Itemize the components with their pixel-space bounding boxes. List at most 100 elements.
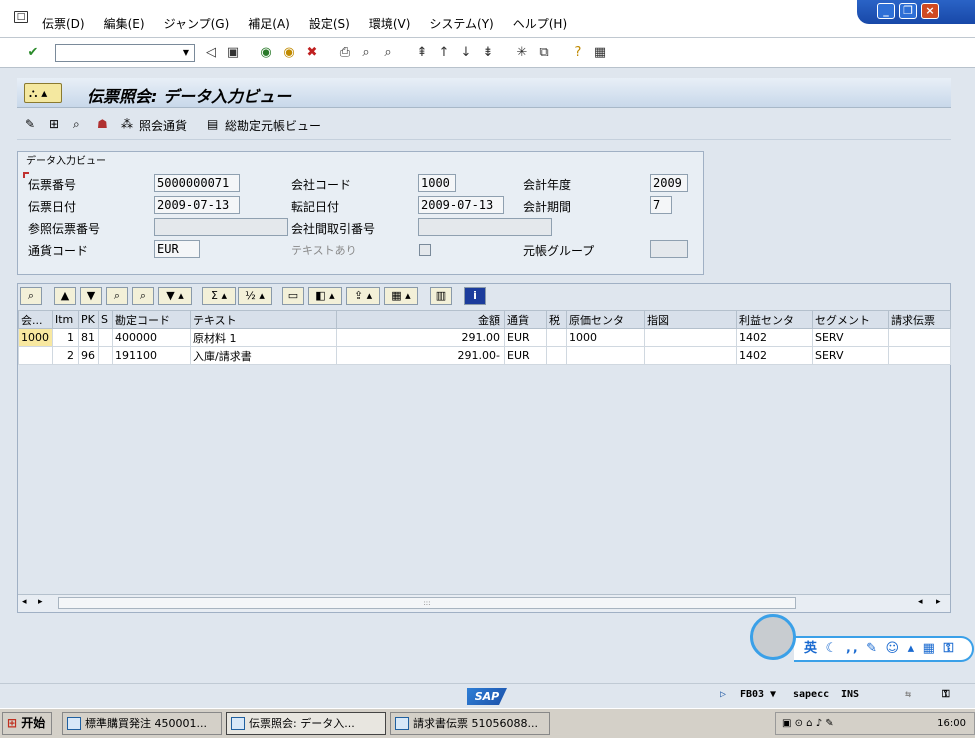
ime-avatar-icon[interactable] (750, 614, 796, 660)
enter-icon[interactable]: ✔ (25, 45, 41, 61)
display-icon[interactable]: ⌕ (73, 117, 80, 132)
screen-menu-icon[interactable]: ⛬ ▴ (24, 83, 62, 103)
new-session-icon[interactable]: ✳ (514, 45, 530, 61)
taskbar-item-invoice[interactable]: 請求書伝票 51056088... (390, 712, 550, 735)
subtotal-icon[interactable]: ½ ▴ (238, 287, 272, 305)
column-header[interactable]: 金額 (336, 310, 505, 329)
views-icon[interactable]: ◧ ▴ (308, 287, 342, 305)
currency-icon[interactable]: ⁂ (121, 117, 133, 131)
column-header[interactable]: テキスト (190, 310, 337, 329)
amount-cell[interactable]: 291.00 (336, 328, 505, 347)
find-icon[interactable]: ⌕ (358, 45, 374, 61)
back-arrow-icon[interactable]: ◁ (203, 45, 219, 61)
status-expand-icon[interactable]: ▷ (720, 689, 726, 700)
tcode-dropdown-icon[interactable]: ▼ (770, 689, 776, 700)
posting-key-cell[interactable]: 81 (78, 328, 99, 347)
posting-date-field[interactable]: 2009-07-13 (418, 196, 504, 214)
export-icon[interactable]: ⇪ ▴ (346, 287, 380, 305)
segment-cell[interactable]: SERV (812, 328, 889, 347)
account-cell[interactable]: 191100 (112, 346, 191, 365)
column-header[interactable]: 原価センタ (566, 310, 645, 329)
menu-system[interactable]: システム(Y) (429, 15, 493, 32)
system-menu-icon[interactable]: □ (14, 11, 28, 23)
billing-doc-cell[interactable] (888, 328, 951, 347)
cost-center-cell[interactable] (566, 346, 645, 365)
back-icon[interactable]: ◉ (258, 45, 274, 61)
ledger-group-field[interactable] (650, 240, 688, 258)
reference-field[interactable] (154, 218, 288, 236)
column-header[interactable]: Itm (52, 310, 79, 329)
cancel-icon[interactable]: ✖ (304, 45, 320, 61)
taskbar-item-purchase-order[interactable]: 標準購買発注 450001... (62, 712, 222, 735)
menu-edit[interactable]: 編集(E) (104, 15, 145, 32)
column-header[interactable]: 税 (546, 310, 567, 329)
column-header[interactable]: 請求伝票 (888, 310, 951, 329)
currency-cell[interactable]: EUR (504, 346, 547, 365)
posting-key-cell[interactable]: 96 (78, 346, 99, 365)
scroll-right-icon[interactable]: ▸ (38, 597, 43, 607)
layout-icon[interactable]: ▦ ▴ (384, 287, 418, 305)
tax-cell[interactable] (546, 346, 567, 365)
scroll-thumb[interactable]: ::: (58, 597, 796, 609)
menu-help[interactable]: ヘルプ(H) (513, 15, 567, 32)
help-icon[interactable]: ? (570, 45, 586, 61)
period-field[interactable]: 7 (650, 196, 672, 214)
account-cell[interactable]: 400000 (112, 328, 191, 347)
fiscal-year-field[interactable]: 2009 (650, 174, 688, 192)
item-cell[interactable]: 1 (52, 328, 79, 347)
text-cell[interactable]: 入庫/請求書 (190, 346, 337, 365)
total-icon[interactable]: Σ ▴ (202, 287, 236, 305)
intercompany-field[interactable] (418, 218, 552, 236)
scroll-left-icon[interactable]: ◂ (22, 597, 27, 607)
menu-settings[interactable]: 設定(S) (309, 15, 350, 32)
table-row[interactable]: 1000 1 81 400000 原材料 1 291.00 EUR 1000 1… (18, 328, 951, 347)
hat-icon[interactable]: ☗ (97, 117, 108, 131)
column-header[interactable]: セグメント (812, 310, 889, 329)
tray-icons[interactable]: ▣ ⊙ ⌂ ♪ ✎ (782, 713, 834, 734)
details-icon[interactable]: ⌕ (20, 287, 42, 305)
shortcut-icon[interactable]: ⧉ (536, 45, 552, 61)
profit-center-cell[interactable]: 1402 (736, 328, 813, 347)
segment-cell[interactable]: SERV (812, 346, 889, 365)
find-next-icon[interactable]: ⌕ (380, 45, 396, 61)
other-document-icon[interactable]: ⊞ (49, 117, 59, 131)
text-exists-checkbox[interactable] (419, 244, 431, 256)
special-gl-cell[interactable] (98, 328, 113, 347)
restore-button[interactable]: ❐ (899, 3, 917, 19)
company-code-field[interactable]: 1000 (418, 174, 456, 192)
sort-ascending-icon[interactable]: ▲ (54, 287, 76, 305)
layout-menu-icon[interactable]: ▦ (592, 45, 608, 61)
column-header[interactable]: 指図 (644, 310, 737, 329)
next-page-icon[interactable]: ↓ (458, 45, 474, 61)
first-page-icon[interactable]: ⇞ (414, 45, 430, 61)
cost-center-cell[interactable]: 1000 (566, 328, 645, 347)
taskbar-item-document-display[interactable]: 伝票照会: データ入... (226, 712, 386, 735)
horizontal-scrollbar[interactable]: ◂ ▸ ::: ◂ ▸ (18, 594, 950, 612)
column-header[interactable]: S (98, 310, 113, 329)
close-button[interactable]: × (921, 3, 939, 19)
menu-extras[interactable]: 補足(A) (248, 15, 290, 32)
menu-goto[interactable]: ジャンプ(G) (164, 15, 230, 32)
print-icon[interactable]: ⎙ (337, 45, 353, 61)
order-cell[interactable] (644, 328, 737, 347)
ledger-icon[interactable]: ▤ (207, 117, 218, 131)
column-header[interactable]: 通貨 (504, 310, 547, 329)
filter-icon[interactable]: ▼ ▴ (158, 287, 192, 305)
table-row[interactable]: 2 96 191100 入庫/請求書 291.00- EUR 1402 SERV (18, 346, 951, 365)
display-currency-button[interactable]: 照会通貨 (139, 117, 187, 134)
save-icon[interactable]: ▣ (225, 45, 241, 61)
last-page-icon[interactable]: ⇟ (480, 45, 496, 61)
chevron-down-icon[interactable]: ▼ (178, 45, 194, 61)
graphic-icon[interactable]: ▥ (430, 287, 452, 305)
column-header[interactable]: 利益センタ (736, 310, 813, 329)
change-icon[interactable]: ✎ (25, 117, 35, 131)
company-code-cell[interactable]: 1000 (18, 328, 53, 347)
column-header[interactable]: PK (78, 310, 99, 329)
company-code-cell[interactable] (18, 346, 53, 365)
find-next-icon[interactable]: ⌕ (132, 287, 154, 305)
column-header[interactable]: 勘定コード (112, 310, 191, 329)
profit-center-cell[interactable]: 1402 (736, 346, 813, 365)
item-cell[interactable]: 2 (52, 346, 79, 365)
ime-bar[interactable]: 英 ☾ ‚‚ ✎ ☺ ▴ ▦ ⚿ (794, 636, 974, 662)
scroll-left-end-icon[interactable]: ◂ (918, 597, 923, 607)
